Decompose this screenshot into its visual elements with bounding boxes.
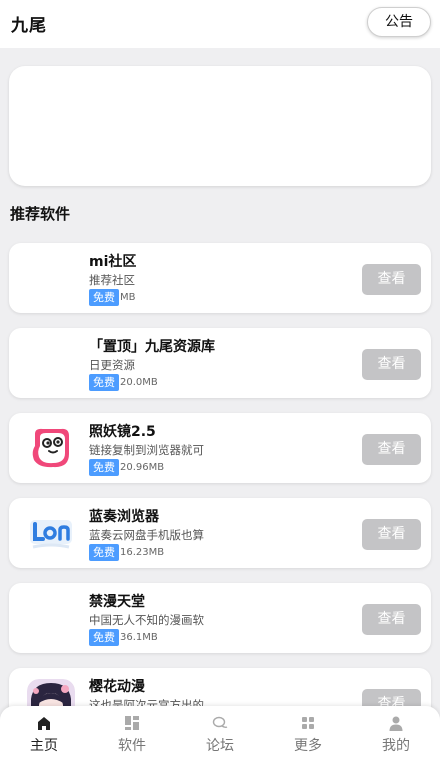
app-size: 36.1MB	[120, 632, 158, 643]
app-name: 樱花动漫	[89, 679, 145, 695]
banner-area[interactable]	[9, 66, 431, 186]
app-card[interactable]: mi社区 推荐社区 免费 MB 查看	[9, 243, 431, 313]
person-icon	[389, 716, 403, 731]
nav-label: 软件	[118, 738, 146, 754]
nav-item-forum[interactable]: 论坛	[176, 706, 264, 770]
nav-item-more[interactable]: 更多	[264, 706, 352, 770]
free-badge: 免费	[89, 629, 119, 646]
app-card[interactable]: 蓝奏浏览器 蓝奏云网盘手机版也算 免费 16.23MB 查看	[9, 498, 431, 568]
view-button[interactable]: 查看	[362, 434, 421, 465]
app-description: 推荐社区	[89, 273, 135, 287]
lanzou-app-icon	[27, 509, 75, 557]
app-title: 九尾	[11, 16, 47, 36]
app-list: mi社区 推荐社区 免费 MB 查看 「置顶」九尾资源库 日更资源 免费 20.…	[9, 243, 431, 753]
app-card[interactable]: 禁漫天堂 中国无人不知的漫画软 免费 36.1MB 查看	[9, 583, 431, 653]
nav-label: 主页	[30, 738, 58, 754]
view-button[interactable]: 查看	[362, 519, 421, 550]
dots-grid-icon	[302, 717, 314, 729]
nav-label: 论坛	[206, 738, 234, 754]
nav-label: 更多	[294, 738, 322, 754]
apps-grid-icon	[125, 716, 139, 730]
nav-item-software[interactable]: 软件	[88, 706, 176, 770]
section-title: 推荐软件	[10, 205, 71, 223]
nav-item-home[interactable]: 主页	[0, 706, 88, 770]
notice-button[interactable]: 公告	[367, 7, 431, 37]
app-meta: 免费 MB	[89, 289, 136, 306]
free-badge: 免费	[89, 289, 119, 306]
pink-ghost-app-icon	[27, 424, 75, 472]
nav-label: 我的	[382, 738, 410, 754]
chat-bubbles-icon	[212, 716, 228, 729]
view-button[interactable]: 查看	[362, 349, 421, 380]
free-badge: 免费	[89, 544, 119, 561]
app-size: 16.23MB	[120, 547, 165, 558]
top-bar: 九尾 公告	[0, 0, 440, 48]
app-description: 中国无人不知的漫画软	[89, 613, 204, 627]
app-meta: 免费 20.0MB	[89, 374, 158, 391]
home-icon	[38, 717, 50, 730]
app-size: 20.0MB	[120, 377, 158, 388]
app-size: MB	[120, 292, 136, 303]
app-card[interactable]: 照妖镜2.5 链接复制到浏览器就可 免费 20.96MB 查看	[9, 413, 431, 483]
free-badge: 免费	[89, 459, 119, 476]
nav-item-mine[interactable]: 我的	[352, 706, 440, 770]
app-name: 蓝奏浏览器	[89, 509, 159, 525]
app-description: 日更资源	[89, 358, 135, 372]
app-meta: 免费 36.1MB	[89, 629, 158, 646]
app-meta: 免费 16.23MB	[89, 544, 164, 561]
app-name: 「置顶」九尾资源库	[89, 339, 215, 355]
app-name: mi社区	[89, 254, 137, 270]
view-button[interactable]: 查看	[362, 264, 421, 295]
app-name: 照妖镜2.5	[89, 424, 156, 440]
view-button[interactable]: 查看	[362, 604, 421, 635]
bottom-nav: 主页 软件 论坛 更多 我的	[0, 706, 440, 770]
app-size: 20.96MB	[120, 462, 165, 473]
app-description: 链接复制到浏览器就可	[89, 443, 204, 457]
app-meta: 免费 20.96MB	[89, 459, 164, 476]
app-name: 禁漫天堂	[89, 594, 145, 610]
app-card[interactable]: 「置顶」九尾资源库 日更资源 免费 20.0MB 查看	[9, 328, 431, 398]
free-badge: 免费	[89, 374, 119, 391]
app-description: 蓝奏云网盘手机版也算	[89, 528, 204, 542]
